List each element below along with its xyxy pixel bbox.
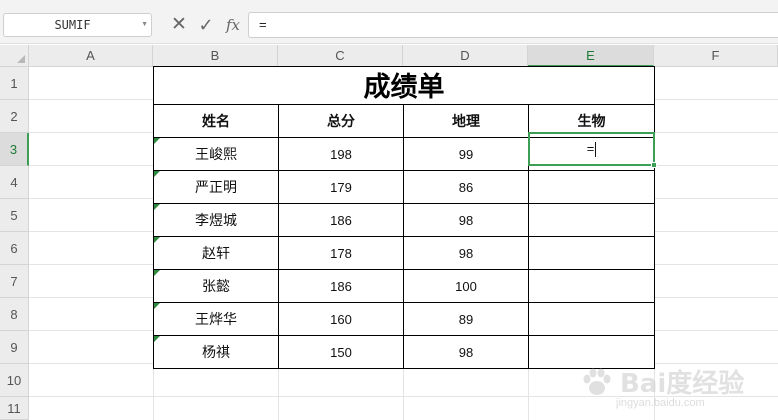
cell-geography[interactable]: 99 bbox=[403, 137, 529, 171]
cell-geography[interactable]: 98 bbox=[403, 335, 529, 369]
formula-bar: SUMIF ▼ ✕ ✓ fx = bbox=[0, 0, 778, 44]
cell-name[interactable]: 李煜城 bbox=[153, 203, 279, 237]
table-row: 赵轩 178 98 bbox=[153, 236, 655, 270]
row-header-9[interactable]: 9 bbox=[0, 331, 29, 364]
text-number-marker-icon bbox=[154, 270, 160, 276]
cell-biology[interactable] bbox=[528, 170, 655, 204]
text-number-marker-icon bbox=[154, 336, 160, 342]
close-icon[interactable]: ✕ bbox=[169, 13, 189, 37]
row-header-4[interactable]: 4 bbox=[0, 166, 29, 199]
row-header-6[interactable]: 6 bbox=[0, 232, 29, 265]
table-title[interactable]: 成绩单 bbox=[153, 66, 655, 105]
cell-geography[interactable]: 98 bbox=[403, 203, 529, 237]
text-number-marker-icon bbox=[154, 138, 160, 144]
header-geography[interactable]: 地理 bbox=[403, 104, 529, 138]
active-cell-e3[interactable]: = bbox=[528, 132, 657, 168]
fill-handle[interactable] bbox=[651, 162, 657, 168]
cell-total[interactable]: 150 bbox=[278, 335, 404, 369]
watermark: Bai度经验 jingyan.baidu.com bbox=[580, 361, 770, 416]
row-header-10[interactable]: 10 bbox=[0, 364, 29, 397]
name-box-value: SUMIF bbox=[54, 18, 91, 32]
cell-name[interactable]: 严正明 bbox=[153, 170, 279, 204]
cell-total[interactable]: 186 bbox=[278, 203, 404, 237]
cell-name-text: 张懿 bbox=[202, 279, 230, 295]
row-header-3[interactable]: 3 bbox=[0, 133, 29, 166]
cell-geography[interactable]: 98 bbox=[403, 236, 529, 270]
cell-total[interactable]: 179 bbox=[278, 170, 404, 204]
select-all-corner[interactable] bbox=[0, 45, 29, 67]
cell-total[interactable]: 178 bbox=[278, 236, 404, 270]
column-header-c[interactable]: C bbox=[278, 45, 403, 67]
paw-icon bbox=[583, 368, 611, 395]
formula-value: = bbox=[259, 17, 267, 32]
column-header-b[interactable]: B bbox=[153, 45, 278, 67]
table-row: 李煜城 186 98 bbox=[153, 203, 655, 237]
table-row: 张懿 186 100 bbox=[153, 269, 655, 303]
cell-name[interactable]: 王峻熙 bbox=[153, 137, 279, 171]
table-row: 王烨华 160 89 bbox=[153, 302, 655, 336]
header-total[interactable]: 总分 bbox=[278, 104, 404, 138]
cell-name[interactable]: 张懿 bbox=[153, 269, 279, 303]
cell-name-text: 王峻熙 bbox=[195, 147, 237, 163]
column-header-f[interactable]: F bbox=[654, 45, 778, 67]
cell-name[interactable]: 王烨华 bbox=[153, 302, 279, 336]
cell-name-text: 严正明 bbox=[195, 180, 237, 196]
cell-geography[interactable]: 86 bbox=[403, 170, 529, 204]
cell-geography[interactable]: 100 bbox=[403, 269, 529, 303]
cell-total[interactable]: 198 bbox=[278, 137, 404, 171]
cell-name-text: 李煜城 bbox=[195, 213, 237, 229]
grade-table: 成绩单 姓名 总分 地理 生物 王峻熙 198 99 严正明 179 86 李煜… bbox=[153, 66, 655, 369]
active-cell-editor[interactable]: = bbox=[530, 134, 653, 164]
watermark-url: jingyan.baidu.com bbox=[616, 397, 705, 409]
cell-name-text: 赵轩 bbox=[202, 246, 230, 262]
chevron-down-icon[interactable]: ▼ bbox=[141, 14, 148, 36]
fx-icon[interactable]: fx bbox=[222, 13, 244, 37]
text-number-marker-icon bbox=[154, 237, 160, 243]
table-row: 严正明 179 86 bbox=[153, 170, 655, 204]
row-header-7[interactable]: 7 bbox=[0, 265, 29, 298]
cell-biology[interactable] bbox=[528, 269, 655, 303]
row-header-2[interactable]: 2 bbox=[0, 100, 29, 133]
formula-input[interactable]: = bbox=[248, 12, 778, 38]
cell-name-text: 杨祺 bbox=[202, 345, 230, 361]
check-icon[interactable]: ✓ bbox=[196, 13, 216, 37]
cell-total[interactable]: 186 bbox=[278, 269, 404, 303]
row-header-11[interactable]: 11 bbox=[0, 397, 29, 420]
cell-name[interactable]: 赵轩 bbox=[153, 236, 279, 270]
text-number-marker-icon bbox=[154, 204, 160, 210]
active-cell-value: = bbox=[586, 141, 595, 156]
row-header-5[interactable]: 5 bbox=[0, 199, 29, 232]
cell-geography[interactable]: 89 bbox=[403, 302, 529, 336]
column-header-e[interactable]: E bbox=[528, 45, 654, 67]
watermark-text: Bai度经验 bbox=[620, 369, 745, 399]
column-header-d[interactable]: D bbox=[403, 45, 528, 67]
text-number-marker-icon bbox=[154, 171, 160, 177]
cell-biology[interactable] bbox=[528, 203, 655, 237]
row-header-1[interactable]: 1 bbox=[0, 67, 29, 100]
column-header-a[interactable]: A bbox=[29, 45, 153, 67]
name-box[interactable]: SUMIF ▼ bbox=[3, 13, 152, 37]
cell-name-text: 王烨华 bbox=[195, 312, 237, 328]
text-caret bbox=[595, 142, 597, 158]
cell-biology[interactable] bbox=[528, 236, 655, 270]
cell-total[interactable]: 160 bbox=[278, 302, 404, 336]
cell-biology[interactable] bbox=[528, 302, 655, 336]
row-header-8[interactable]: 8 bbox=[0, 298, 29, 331]
header-name[interactable]: 姓名 bbox=[153, 104, 279, 138]
cell-name[interactable]: 杨祺 bbox=[153, 335, 279, 369]
text-number-marker-icon bbox=[154, 303, 160, 309]
